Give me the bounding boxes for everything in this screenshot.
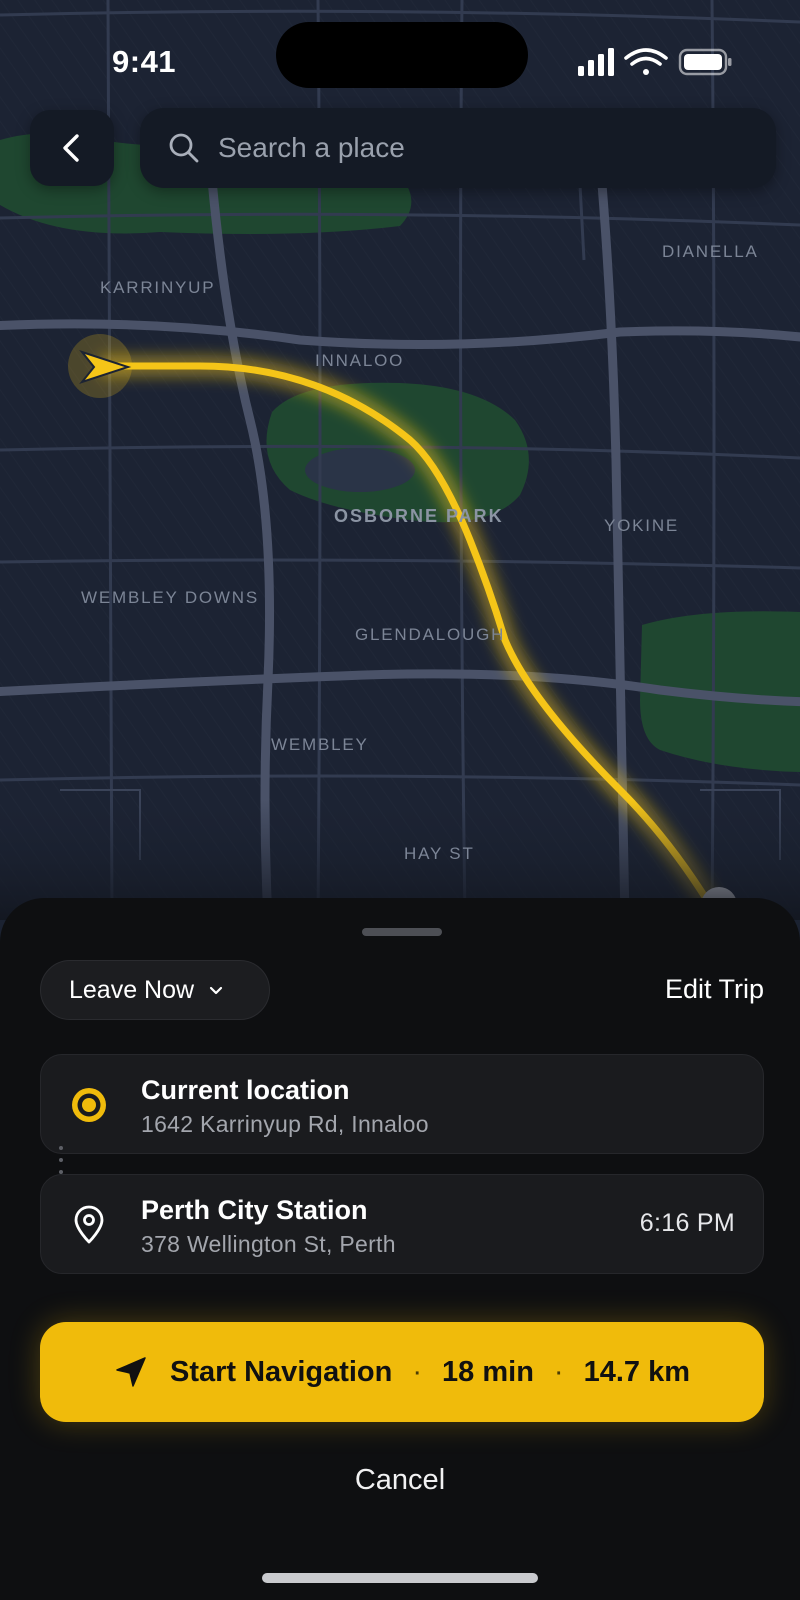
lake-area [305, 448, 415, 492]
destination-title: Perth City Station [141, 1195, 368, 1225]
status-time: 9:41 [112, 44, 177, 79]
sheet-grabber[interactable] [362, 928, 442, 936]
origin-address: 1642 Karrinyup Rd, Innaloo [141, 1111, 429, 1137]
search-bar[interactable] [140, 108, 776, 188]
start-navigation-label: Start Navigation [169, 1355, 393, 1388]
cancel-button[interactable]: Cancel [0, 1464, 800, 1497]
map-label-wembley-downs: WEMBLEY DOWNS [81, 588, 259, 607]
leave-now-label: Leave Now [69, 975, 195, 1004]
leave-now-dropdown[interactable]: Leave Now [40, 960, 270, 1020]
destination-card[interactable]: Perth City Station 378 Wellington St, Pe… [40, 1174, 764, 1274]
origin-title: Current location [141, 1075, 350, 1105]
map-label-hay-st: HAY ST [404, 844, 475, 863]
navigation-arrow-icon [116, 1357, 146, 1387]
map-label-dianella: DIANELLA [662, 242, 759, 261]
search-input[interactable] [216, 131, 776, 165]
separator-dot: · [412, 1355, 423, 1388]
trip-duration: 18 min [442, 1355, 534, 1388]
start-navigation-button[interactable]: Start Navigation · 18 min · 14.7 km [40, 1322, 764, 1422]
map-label-wembley: WEMBLEY [271, 735, 369, 754]
navigation-screen: DIANELLA KARRINYUP INNALOO OSBORNE PARK … [0, 0, 800, 1600]
trip-bottom-sheet: Leave Now Edit Trip Current location 164… [0, 898, 800, 1600]
destination-address: 378 Wellington St, Perth [141, 1231, 396, 1257]
status-bar: 9:41 [0, 0, 800, 110]
arrival-time: 6:16 PM [639, 1209, 735, 1237]
dynamic-island [276, 22, 528, 88]
home-indicator[interactable] [262, 1573, 538, 1583]
search-icon [169, 133, 199, 163]
location-pin-icon [74, 1205, 104, 1244]
map-label-karrinyup: KARRINYUP [100, 278, 216, 297]
battery-icon [678, 48, 732, 76]
status-icons [578, 48, 732, 76]
separator-dot: · [553, 1355, 564, 1388]
trip-distance: 14.7 km [583, 1355, 690, 1388]
origin-card[interactable]: Current location 1642 Karrinyup Rd, Inna… [40, 1054, 764, 1154]
map-label-yokine: YOKINE [604, 516, 680, 535]
current-location-icon [72, 1088, 106, 1122]
edit-trip-button[interactable]: Edit Trip [665, 974, 764, 1005]
chevron-left-icon [63, 134, 79, 162]
map-label-innaloo: INNALOO [315, 351, 405, 370]
chevron-down-icon [209, 986, 223, 995]
back-button[interactable] [30, 110, 114, 186]
map-label-osborne-park: OSBORNE PARK [334, 506, 504, 526]
map-label-glendalough: GLENDALOUGH [355, 625, 506, 644]
cellular-signal-icon [578, 48, 614, 76]
wifi-icon [624, 48, 668, 75]
